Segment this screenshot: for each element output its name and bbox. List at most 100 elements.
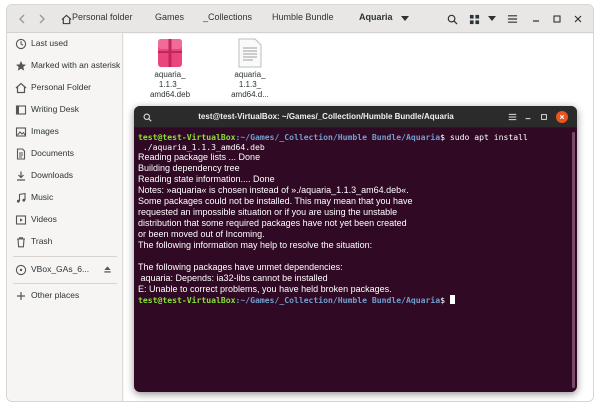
terminal-search-button[interactable] [141, 111, 153, 123]
sidebar-item-label: Other places [31, 290, 80, 300]
sidebar-item-writing-desk[interactable]: Writing Desk [7, 101, 123, 119]
file-name-line: 1.1.3_ [238, 80, 262, 89]
forward-button[interactable] [33, 10, 51, 28]
music-icon [16, 192, 26, 203]
chevron-right-icon [39, 14, 45, 24]
terminal-window[interactable]: test@test-VirtualBox: ~/Games/_Collectio… [134, 106, 577, 392]
terminal-output-line: distribution that some required packages… [138, 218, 407, 228]
sidebar-item-personal-folder[interactable]: Personal Folder [7, 79, 123, 97]
text-file-icon [238, 38, 262, 68]
file-item-aquaria-text[interactable]: aquaria_ 1.1.3_ amd64.d... [220, 38, 280, 100]
close-button[interactable] [569, 10, 587, 28]
trash-icon [17, 237, 25, 248]
sidebar-item-starred[interactable]: Marked with an asterisk [7, 57, 123, 75]
sidebar-item-label: Images [31, 126, 59, 136]
sidebar-item-other-places[interactable]: Other places [7, 287, 123, 305]
prompt-user: test@test-VirtualBox [138, 132, 236, 142]
document-icon [16, 148, 26, 160]
terminal-output-line: requested an impossible situation or if … [138, 207, 398, 217]
terminal-output[interactable]: test@test-VirtualBox:~/Games/_Collection… [138, 132, 568, 387]
hamburger-menu-icon [507, 15, 517, 23]
sidebar: Last used Marked with an asterisk Person… [7, 33, 123, 401]
clock-icon [15, 38, 27, 50]
terminal-output-line: Notes: »aquaria« is chosen instead of ».… [138, 185, 409, 195]
sidebar-item-trash[interactable]: Trash [7, 233, 123, 251]
minimize-button[interactable] [527, 10, 545, 28]
search-button[interactable] [443, 10, 461, 28]
sidebar-item-label: Marked with an asterisk [31, 60, 121, 70]
breadcrumb-games[interactable]: Games [155, 12, 184, 22]
sidebar-item-downloads[interactable]: Downloads [7, 167, 123, 185]
minimize-icon [525, 118, 531, 120]
terminal-cursor [449, 295, 455, 304]
sidebar-item-videos[interactable]: Videos [7, 211, 123, 229]
prompt-path: :~/Games/_Collection/Humble Bundle/Aquar… [235, 132, 441, 142]
file-name-line: aquaria_ [234, 70, 266, 79]
file-name-line: amd64.d... [231, 90, 269, 99]
breadcrumb-humble-bundle[interactable]: Humble Bundle [272, 12, 334, 22]
sidebar-item-documents[interactable]: Documents [7, 145, 123, 163]
package-icon [158, 39, 182, 67]
sidebar-item-label: Videos [31, 214, 57, 224]
terminal-scrollbar[interactable] [572, 132, 575, 388]
terminal-command: sudo apt install [445, 132, 528, 142]
image-icon [15, 127, 27, 137]
plus-icon [17, 292, 25, 300]
back-button[interactable] [13, 10, 31, 28]
sidebar-item-music[interactable]: Music [7, 189, 123, 207]
terminal-command-continued: ./aquaria_1.1.3_amd64.deb [138, 142, 265, 152]
home-icon [15, 82, 27, 94]
grid-view-icon [469, 14, 479, 24]
breadcrumb-personal-folder[interactable]: Personal folder [72, 12, 133, 22]
main-menu-button[interactable] [503, 10, 521, 28]
eject-icon[interactable] [103, 265, 112, 274]
sidebar-divider [13, 256, 117, 257]
terminal-maximize-button[interactable] [538, 111, 550, 123]
view-options-button[interactable] [483, 10, 501, 28]
star-icon [16, 61, 26, 71]
terminal-output-line: E: Unable to correct problems, you have … [138, 284, 392, 294]
terminal-titlebar[interactable]: test@test-VirtualBox: ~/Games/_Collectio… [134, 106, 577, 128]
disc-icon [15, 264, 27, 276]
desktop-icon [15, 105, 27, 115]
path-menu-button[interactable] [396, 10, 414, 28]
terminal-output-line: Reading state information.... Done [138, 174, 275, 184]
close-icon [559, 114, 565, 120]
sidebar-item-label: Documents [31, 148, 74, 158]
breadcrumb-collections[interactable]: _Collections [203, 12, 252, 22]
sidebar-item-vbox-device[interactable]: VBox_GAs_6... [7, 261, 123, 279]
prompt-user: test@test-VirtualBox [138, 295, 236, 305]
file-name-line: 1.1.3_ [158, 80, 182, 89]
maximize-icon [541, 114, 547, 120]
terminal-prompt-line: test@test-VirtualBox:~/Games/_Collection… [138, 132, 528, 142]
search-icon [447, 14, 458, 25]
maximize-button[interactable] [548, 10, 566, 28]
chevron-left-icon [19, 14, 25, 24]
terminal-output-line: Building dependency tree [138, 163, 240, 173]
file-name-line: aquaria_ [154, 70, 186, 79]
triangle-down-icon [401, 16, 409, 21]
sidebar-item-last-used[interactable]: Last used [7, 35, 123, 53]
home-icon [61, 14, 71, 24]
file-name-line: amd64.deb [149, 90, 191, 99]
sidebar-divider [13, 283, 117, 284]
video-icon [15, 215, 27, 225]
close-icon [574, 15, 582, 23]
maximize-icon [553, 15, 561, 23]
download-icon [17, 171, 25, 181]
file-item-aquaria-deb[interactable]: aquaria_ 1.1.3_ amd64.deb [140, 38, 200, 100]
search-icon [143, 113, 152, 122]
terminal-title: test@test-VirtualBox: ~/Games/_Collectio… [198, 112, 454, 121]
terminal-close-button[interactable] [556, 111, 568, 123]
terminal-menu-button[interactable] [506, 111, 518, 123]
terminal-output-line: The following packages have unmet depend… [138, 262, 343, 272]
triangle-down-icon [488, 16, 496, 21]
breadcrumb-aquaria[interactable]: Aquaria [359, 12, 393, 22]
sidebar-item-label: Downloads [31, 170, 74, 180]
sidebar-item-images[interactable]: Images [7, 123, 123, 141]
prompt-path: :~/Games/_Collection/Humble Bundle/Aquar… [235, 295, 441, 305]
sidebar-item-label: Music [31, 192, 54, 202]
view-toggle-button[interactable] [465, 10, 483, 28]
terminal-prompt-line: test@test-VirtualBox:~/Games/_Collection… [138, 295, 455, 305]
terminal-minimize-button[interactable] [522, 111, 534, 123]
